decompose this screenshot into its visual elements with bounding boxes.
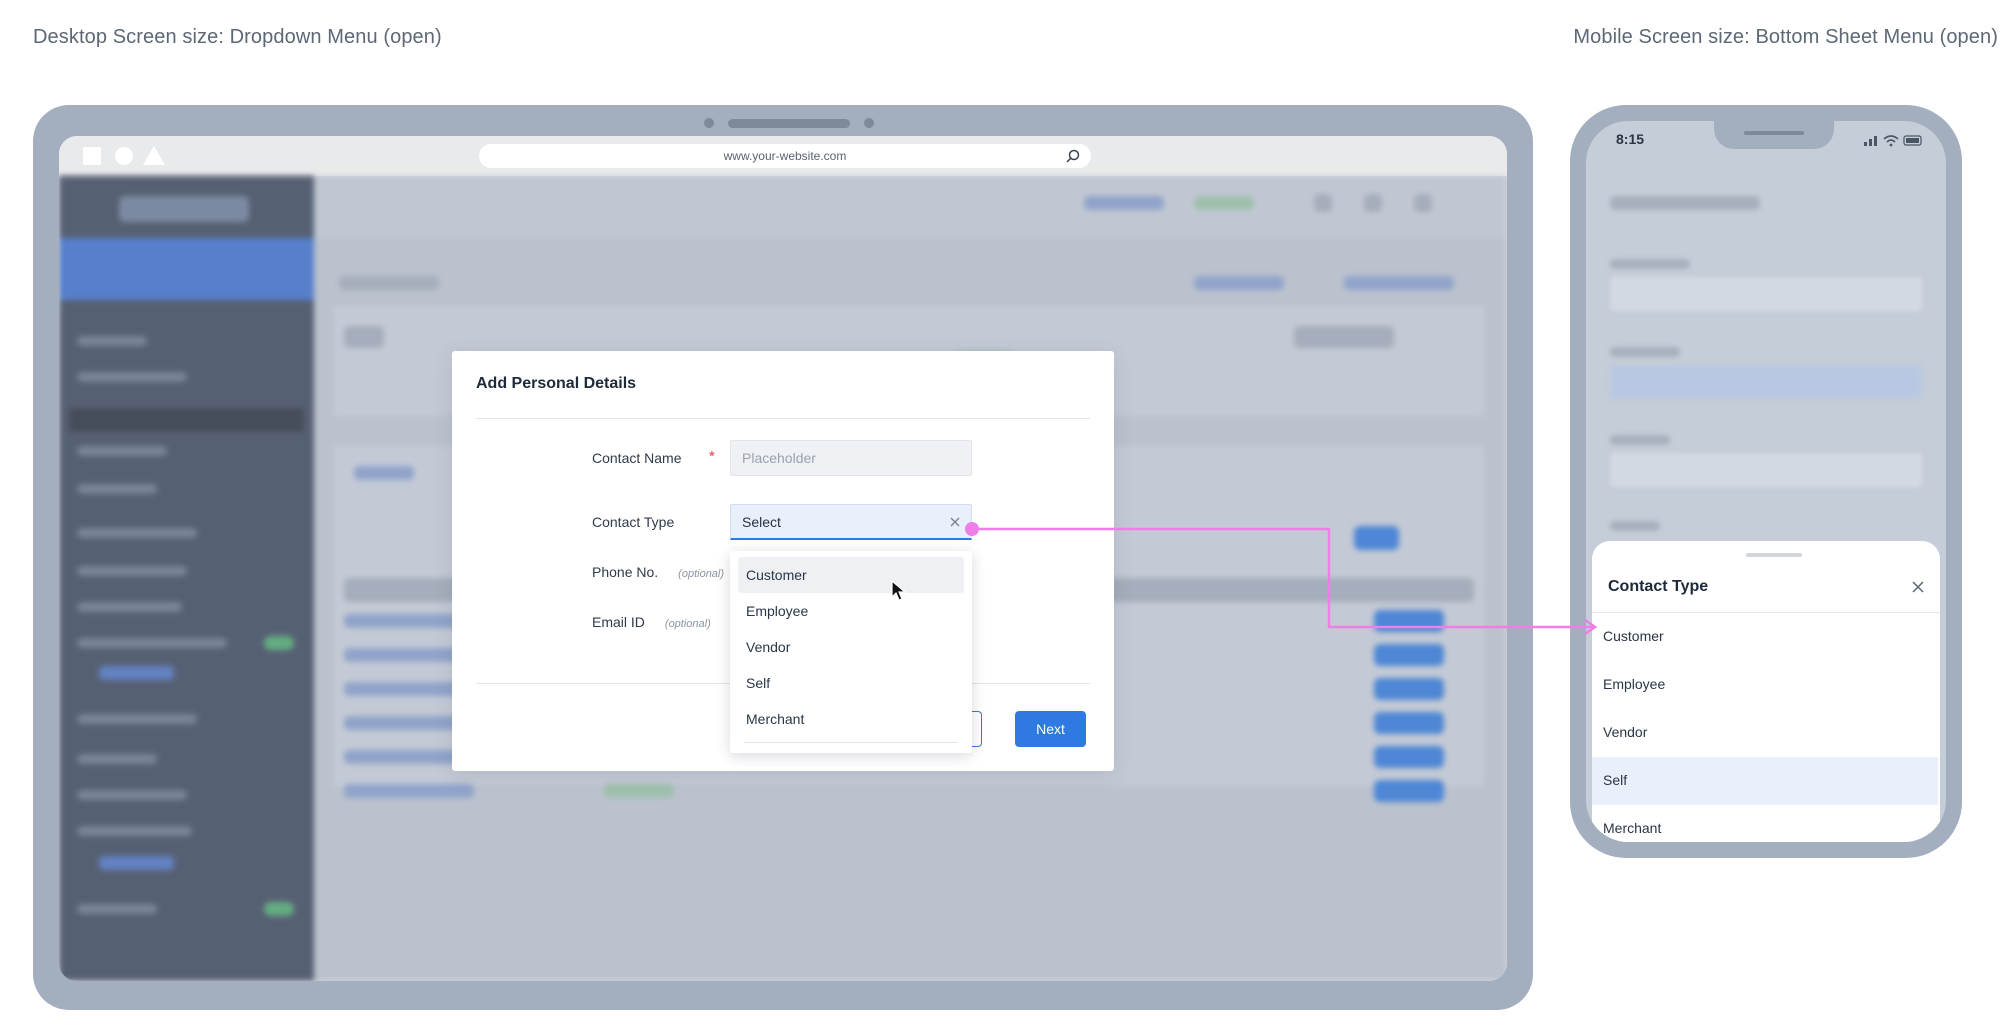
sheet-option-merchant[interactable]: Merchant <box>1592 805 1938 842</box>
contact-type-bottom-sheet: Contact Type Customer Employee Vendor Se… <box>1592 541 1940 842</box>
contact-name-label: Contact Name <box>592 450 682 466</box>
square-shape-icon[interactable] <box>83 147 101 165</box>
clear-icon[interactable] <box>948 515 962 529</box>
status-icons <box>1864 135 1922 147</box>
speaker-grille <box>728 119 850 128</box>
dropdown-option-self[interactable]: Self <box>738 665 964 701</box>
mobile-device-frame: 8:15 Contact Type Customer Employee Vend… <box>1570 105 1962 858</box>
triangle-shape-icon[interactable] <box>143 146 165 165</box>
next-button[interactable]: Next <box>1015 711 1086 747</box>
contact-type-select[interactable]: Select <box>730 504 972 540</box>
status-time: 8:15 <box>1616 131 1645 147</box>
sheet-title: Contact Type <box>1608 578 1709 595</box>
required-mark: * <box>709 448 715 465</box>
sheet-option-customer[interactable]: Customer <box>1592 613 1938 661</box>
email-label-text: Email ID <box>592 614 645 630</box>
address-bar[interactable]: www.your-website.com <box>479 144 1091 168</box>
field-input-placeholder <box>1610 277 1922 311</box>
mobile-caption: Mobile Screen size: Bottom Sheet Menu (o… <box>1573 26 1998 48</box>
circle-shape-icon[interactable] <box>115 147 133 165</box>
field-select-placeholder <box>1610 365 1922 399</box>
desktop-screen: www.your-website.com Add Personal Detail… <box>59 136 1507 981</box>
sensor-dot <box>864 118 874 128</box>
desktop-caption: Desktop Screen size: Dropdown Menu (open… <box>33 26 442 48</box>
mobile-screen: 8:15 Contact Type Customer Employee Vend… <box>1586 121 1946 842</box>
search-icon[interactable] <box>1065 148 1081 164</box>
phone-notch <box>1714 121 1834 149</box>
url-text: www.your-website.com <box>723 149 847 163</box>
field-label-bar <box>1610 521 1660 531</box>
dropdown-option-employee[interactable]: Employee <box>738 593 964 629</box>
browser-toolbar: www.your-website.com <box>59 136 1507 176</box>
optional-tag: (optional) <box>678 568 725 580</box>
contact-type-dropdown: Customer Employee Vendor Self Merchant <box>730 551 972 753</box>
mouse-pointer-icon <box>891 579 907 601</box>
email-label: Email ID (optional) <box>592 614 711 630</box>
camera-dot <box>704 118 714 128</box>
field-label-bar <box>1610 435 1670 445</box>
contact-name-input[interactable]: Placeholder <box>730 440 972 476</box>
optional-tag: (optional) <box>664 618 711 630</box>
phone-label: Phone No. (optional) <box>592 564 724 580</box>
desktop-device-frame: www.your-website.com Add Personal Detail… <box>33 105 1533 1010</box>
form-title-bar <box>1610 196 1760 210</box>
sheet-option-self[interactable]: Self <box>1592 757 1938 805</box>
dialog-title: Add Personal Details <box>476 375 637 392</box>
phone-label-text: Phone No. <box>592 564 659 580</box>
dropdown-divider <box>744 742 958 743</box>
sheet-option-vendor[interactable]: Vendor <box>1592 709 1938 757</box>
close-icon[interactable] <box>1910 579 1926 595</box>
dropdown-option-merchant[interactable]: Merchant <box>738 701 964 737</box>
contact-type-value: Select <box>742 514 781 530</box>
dropdown-option-customer[interactable]: Customer <box>738 557 964 593</box>
field-label-bar <box>1610 259 1690 269</box>
field-label-bar <box>1610 347 1680 357</box>
header-divider <box>476 418 1090 419</box>
earpiece <box>1744 131 1804 135</box>
add-personal-details-dialog: Add Personal Details Contact Name * Plac… <box>452 351 1114 771</box>
sheet-option-employee[interactable]: Employee <box>1592 661 1938 709</box>
field-input-placeholder <box>1610 453 1922 487</box>
dropdown-option-vendor[interactable]: Vendor <box>738 629 964 665</box>
contact-type-label: Contact Type <box>592 514 675 530</box>
sheet-grab-handle[interactable] <box>1746 553 1802 557</box>
